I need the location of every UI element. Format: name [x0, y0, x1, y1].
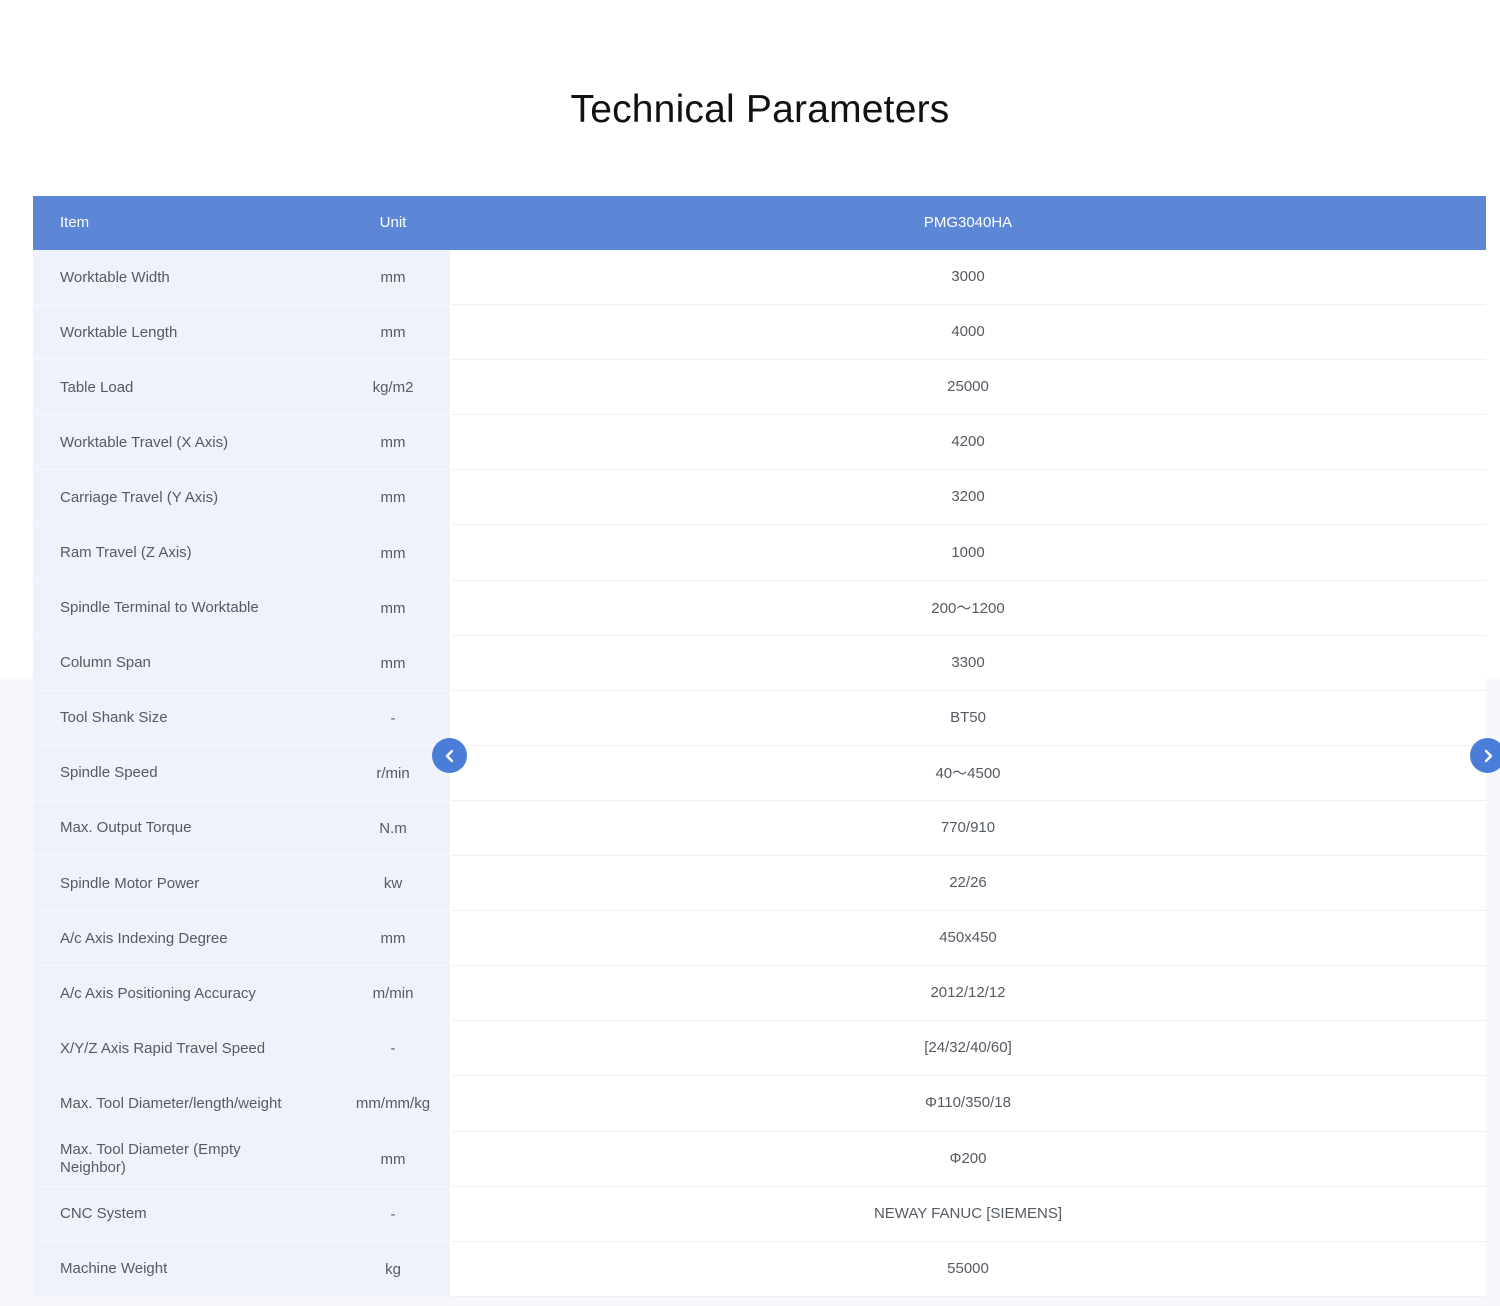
table-row: Worktable Travel (X Axis) mm 4200 — [33, 415, 1486, 471]
row-unit: mm — [380, 324, 406, 342]
row-item-label: Table Load — [60, 378, 134, 396]
row-item-label: Tool Shank Size — [60, 709, 168, 727]
header-model: PMG3040HA — [923, 214, 1013, 231]
row-value: Φ110/350/18 — [925, 1094, 1011, 1112]
table-row: Carriage Travel (Y Axis) mm 3200 — [33, 470, 1486, 526]
row-item-label: CNC System — [60, 1205, 147, 1223]
row-value: 3000 — [951, 268, 985, 286]
table-row: Max. Output Torque N.m 770/910 — [33, 800, 1486, 857]
row-unit: mm — [380, 599, 406, 617]
slider-next-button[interactable] — [1470, 738, 1500, 773]
row-value: [24/32/40/60] — [924, 1039, 1012, 1057]
table-row: Worktable Width mm 3000 — [33, 250, 1486, 306]
row-value: 3200 — [951, 488, 985, 506]
table-row: Machine Weight kg 55000 — [33, 1241, 1486, 1297]
row-item-label: Spindle Motor Power — [60, 874, 200, 892]
table-row: CNC System - NEWAY FANUC [SIEMENS] — [33, 1186, 1486, 1242]
row-item-label: Max. Output Torque — [60, 819, 192, 837]
row-unit: m/min — [372, 985, 414, 1003]
table-row: Table Load kg/m2 25000 — [33, 360, 1486, 416]
table-row: Worktable Length mm 4000 — [33, 305, 1486, 361]
row-item-label: Carriage Travel (Y Axis) — [60, 488, 219, 506]
header-unit: Unit — [379, 214, 407, 231]
slider-prev-button[interactable] — [432, 738, 467, 773]
table-row: Spindle Motor Power kw 22/26 — [33, 856, 1486, 912]
row-item-label: X/Y/Z Axis Rapid Travel Speed — [60, 1039, 266, 1057]
row-item-label: Worktable Travel (X Axis) — [60, 433, 229, 451]
row-unit: mm — [380, 434, 406, 452]
row-value: 1000 — [951, 543, 985, 561]
row-value: 4200 — [951, 433, 985, 451]
table-row: Max. Tool Diameter/length/weight mm/mm/kg… — [33, 1076, 1486, 1132]
row-value: 22/26 — [949, 874, 987, 892]
row-item-label: Spindle Terminal to Worktable — [60, 599, 259, 617]
row-unit: mm — [380, 1150, 406, 1168]
row-unit: mm — [380, 544, 406, 562]
row-value: BT50 — [950, 708, 986, 726]
row-item-label: Machine Weight — [60, 1260, 168, 1278]
row-value: 200～1200 — [931, 599, 1005, 617]
row-unit: mm — [380, 269, 406, 287]
row-item-label: Ram Travel (Z Axis) — [60, 544, 192, 562]
table-row: Spindle Speed r/min 40～4500 — [33, 745, 1486, 801]
row-unit: mm — [380, 930, 406, 948]
row-value: Φ200 — [949, 1149, 987, 1167]
row-value: NEWAY FANUC [SIEMENS] — [873, 1204, 1063, 1222]
row-value: 2012/12/12 — [930, 984, 1006, 1002]
table-row: Tool Shank Size - BT50 — [33, 690, 1486, 746]
row-unit: mm/mm/kg — [355, 1095, 431, 1113]
table-row: Max. Tool Diameter (Empty Neighbor) mm Φ20… — [33, 1131, 1486, 1187]
table-row: Column Span mm 3300 — [33, 635, 1486, 691]
table-header: Item Unit PMG3040HA — [33, 196, 1486, 250]
chevron-right-icon — [1481, 749, 1495, 763]
row-value: 25000 — [947, 378, 989, 396]
technical-parameters-table: Item Unit PMG3040HA Worktable Width mm 300… — [33, 196, 1486, 1297]
row-item-label: Spindle Speed — [60, 764, 158, 782]
row-item-label: Worktable Length — [60, 323, 178, 341]
row-unit: - — [390, 1040, 396, 1058]
row-value: 55000 — [947, 1259, 989, 1277]
row-unit: - — [390, 709, 396, 727]
chevron-left-icon — [443, 749, 457, 763]
row-unit: kg — [385, 1260, 401, 1278]
row-item-label: Max. Tool Diameter (Empty Neighbor) — [60, 1141, 241, 1177]
row-item-label: Column Span — [60, 654, 151, 672]
header-item: Item — [60, 214, 90, 231]
row-unit: kw — [383, 875, 403, 893]
page-title: Technical Parameters — [570, 88, 950, 131]
row-item-label: Worktable Width — [60, 268, 170, 286]
row-item-label: Max. Tool Diameter/length/weight — [60, 1094, 282, 1112]
row-value: 4000 — [951, 323, 985, 341]
row-item-label: A/c Axis Positioning Accuracy — [60, 984, 256, 1002]
table-row: A/c Axis Positioning Accuracy m/min 2012/1… — [33, 966, 1486, 1022]
table-row: X/Y/Z Axis Rapid Travel Speed - [24/32/40/… — [33, 1021, 1486, 1077]
row-unit: mm — [380, 654, 406, 672]
row-value: 40～4500 — [935, 764, 1001, 782]
row-unit: N.m — [379, 819, 407, 837]
table-body: Worktable Width mm 3000 Worktable Length mm 4… — [33, 250, 1486, 1297]
row-value: 770/910 — [940, 818, 996, 836]
row-unit: kg/m2 — [372, 379, 414, 397]
table-row: Ram Travel (Z Axis) mm 1000 — [33, 525, 1486, 581]
row-value: 3300 — [951, 653, 985, 671]
table-row: A/c Axis Indexing Degree mm 450x450 — [33, 911, 1486, 967]
table-row: Spindle Terminal to Worktable mm 200～1200 — [33, 580, 1486, 636]
row-value: 450x450 — [939, 929, 997, 947]
row-unit: mm — [380, 489, 406, 507]
row-unit: - — [390, 1205, 396, 1223]
row-item-label: A/c Axis Indexing Degree — [60, 929, 228, 947]
